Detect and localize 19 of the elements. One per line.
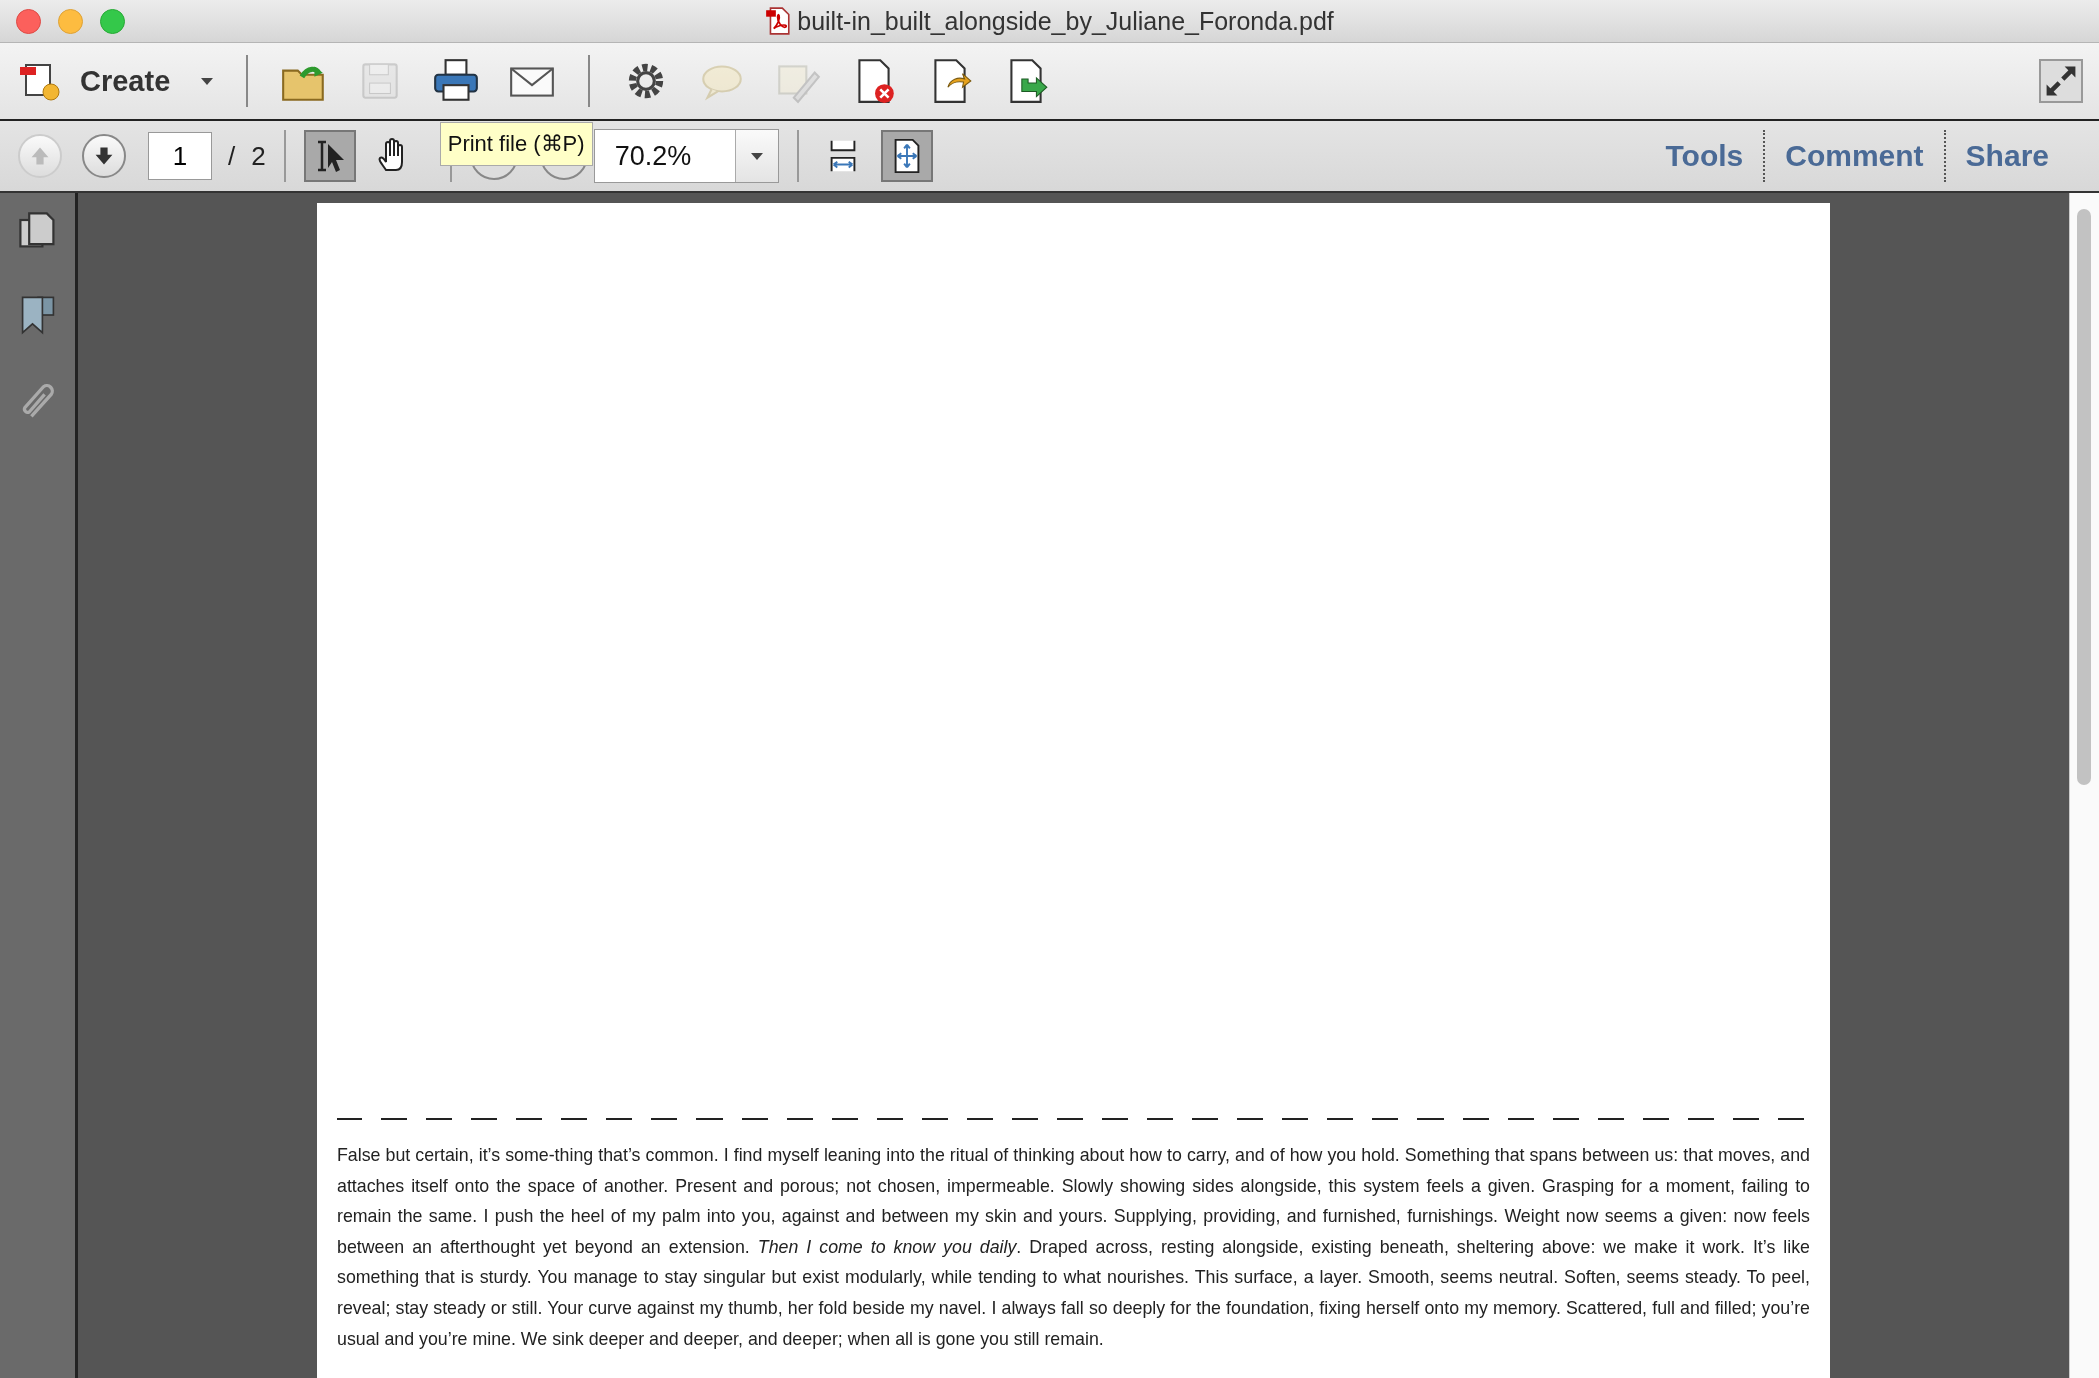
next-page-button[interactable] (82, 134, 126, 178)
tooltip: Print file (⌘P) (439, 122, 593, 166)
close-button[interactable] (16, 8, 41, 34)
caret-icon (200, 76, 215, 86)
fullscreen-button[interactable] (2039, 59, 2083, 103)
page-separator: / (228, 140, 236, 172)
zoom-level-dropdown[interactable]: 70.2% (593, 129, 779, 183)
scrollbar-thumb[interactable] (2077, 209, 2091, 785)
panel-tab[interactable]: Share (1945, 139, 2069, 173)
page-number-field[interactable]: 1 (148, 132, 212, 180)
body-paragraph: False but certain, it’s some-thing that’s common. I find myself leaning into the ritual of thinking about how to carry, and of how you hold. Something that spans between us: that moves, and attaches itself onto the space of another. Present and porous; not chosen, impermeable. Slowly showing sides alongside, this system feels a given. Grasping for a moment, failing to remain the same. I push the heel of my palm into you, against and between my skin and yours. Supplying, providing, and furnished, furnishings. Weight now seems a given: now feels between an afterthought yet beyond an extension. Then I come to know you daily. Draped across, resting alongside, existing beneath, sheltering above: we make it work. It’s like something that is sturdy. You manage to stay singular but exist modularly, while tending to what nourishes. This surface, a layer. Smooth, seems neutral. Soften, seems steady. To peel, reveal; stay steady or still. Your curve against my thumb, her fold beside my navel. I always fall so deeply for the foundation, fixing herself onto my memory. Scattered, full and filled; you’re usual and you’re mine. We sink deeper and deeper, and deeper; when all is gone you still remain. (337, 1144, 1810, 1351)
panel-tab[interactable]: Tools (1645, 139, 1764, 173)
panel-tab[interactable]: Comment (1765, 139, 1944, 173)
create-button[interactable]: Create (18, 59, 229, 103)
window-title: built-in_built_alongside_by_Juliane_Foronda.pdf (797, 6, 1334, 36)
page-total: 2 (251, 140, 266, 172)
caret-icon (749, 151, 764, 161)
pdf-file-icon (765, 7, 792, 35)
fit-page-icon[interactable] (880, 130, 933, 182)
